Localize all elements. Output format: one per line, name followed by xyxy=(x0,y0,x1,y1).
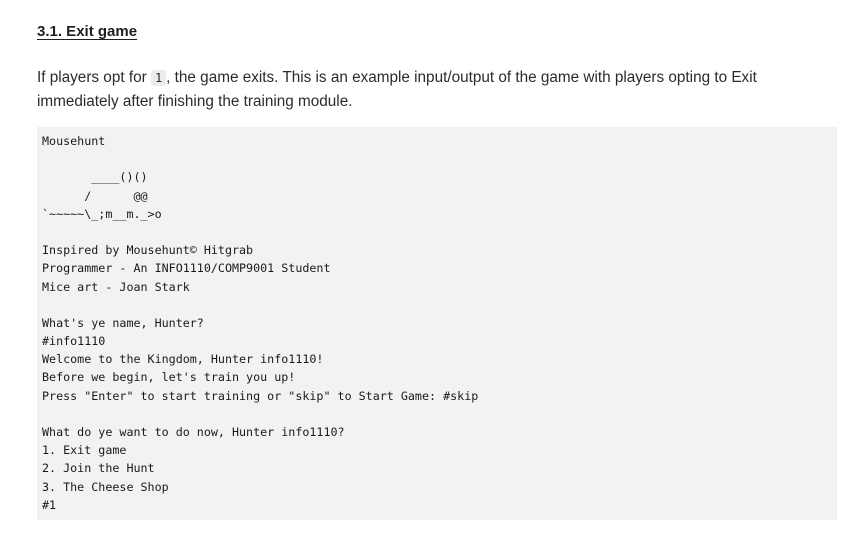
code-line: 3. The Cheese Shop xyxy=(42,479,169,494)
intro-text-before: If players opt for xyxy=(37,69,151,86)
code-line: Mice art - Joan Stark xyxy=(42,279,190,294)
code-line: What's ye name, Hunter? xyxy=(42,315,204,330)
code-line: #info1110 xyxy=(42,334,106,349)
code-line: Programmer - An INFO1110/COMP9001 Studen… xyxy=(42,261,331,276)
inline-code-option: 1 xyxy=(150,70,167,86)
code-line: ____()() xyxy=(42,170,148,185)
code-line: 1. Exit game xyxy=(42,443,127,458)
code-line: Welcome to the Kingdom, Hunter info1110! xyxy=(42,352,324,367)
code-line: 2. Join the Hunt xyxy=(42,461,155,476)
code-line: Before we begin, let's train you up! xyxy=(42,370,296,385)
code-line: `~~~~~\_;m__m._>o xyxy=(42,206,162,221)
intro-paragraph: If players opt for 1, the game exits. Th… xyxy=(37,66,827,113)
code-line: / @@ xyxy=(42,188,148,203)
code-block: Mousehunt ____()() / @@ `~~~~~\_;m__m._>… xyxy=(37,127,837,520)
code-line: Inspired by Mousehunt© Hitgrab xyxy=(42,243,254,258)
code-line: What do ye want to do now, Hunter info11… xyxy=(42,425,345,439)
code-line: #1 xyxy=(42,497,57,512)
code-line: Press "Enter" to start training or "skip… xyxy=(42,388,479,403)
code-line: Mousehunt xyxy=(42,134,106,148)
section-heading: 3.1. Exit game xyxy=(37,23,138,40)
